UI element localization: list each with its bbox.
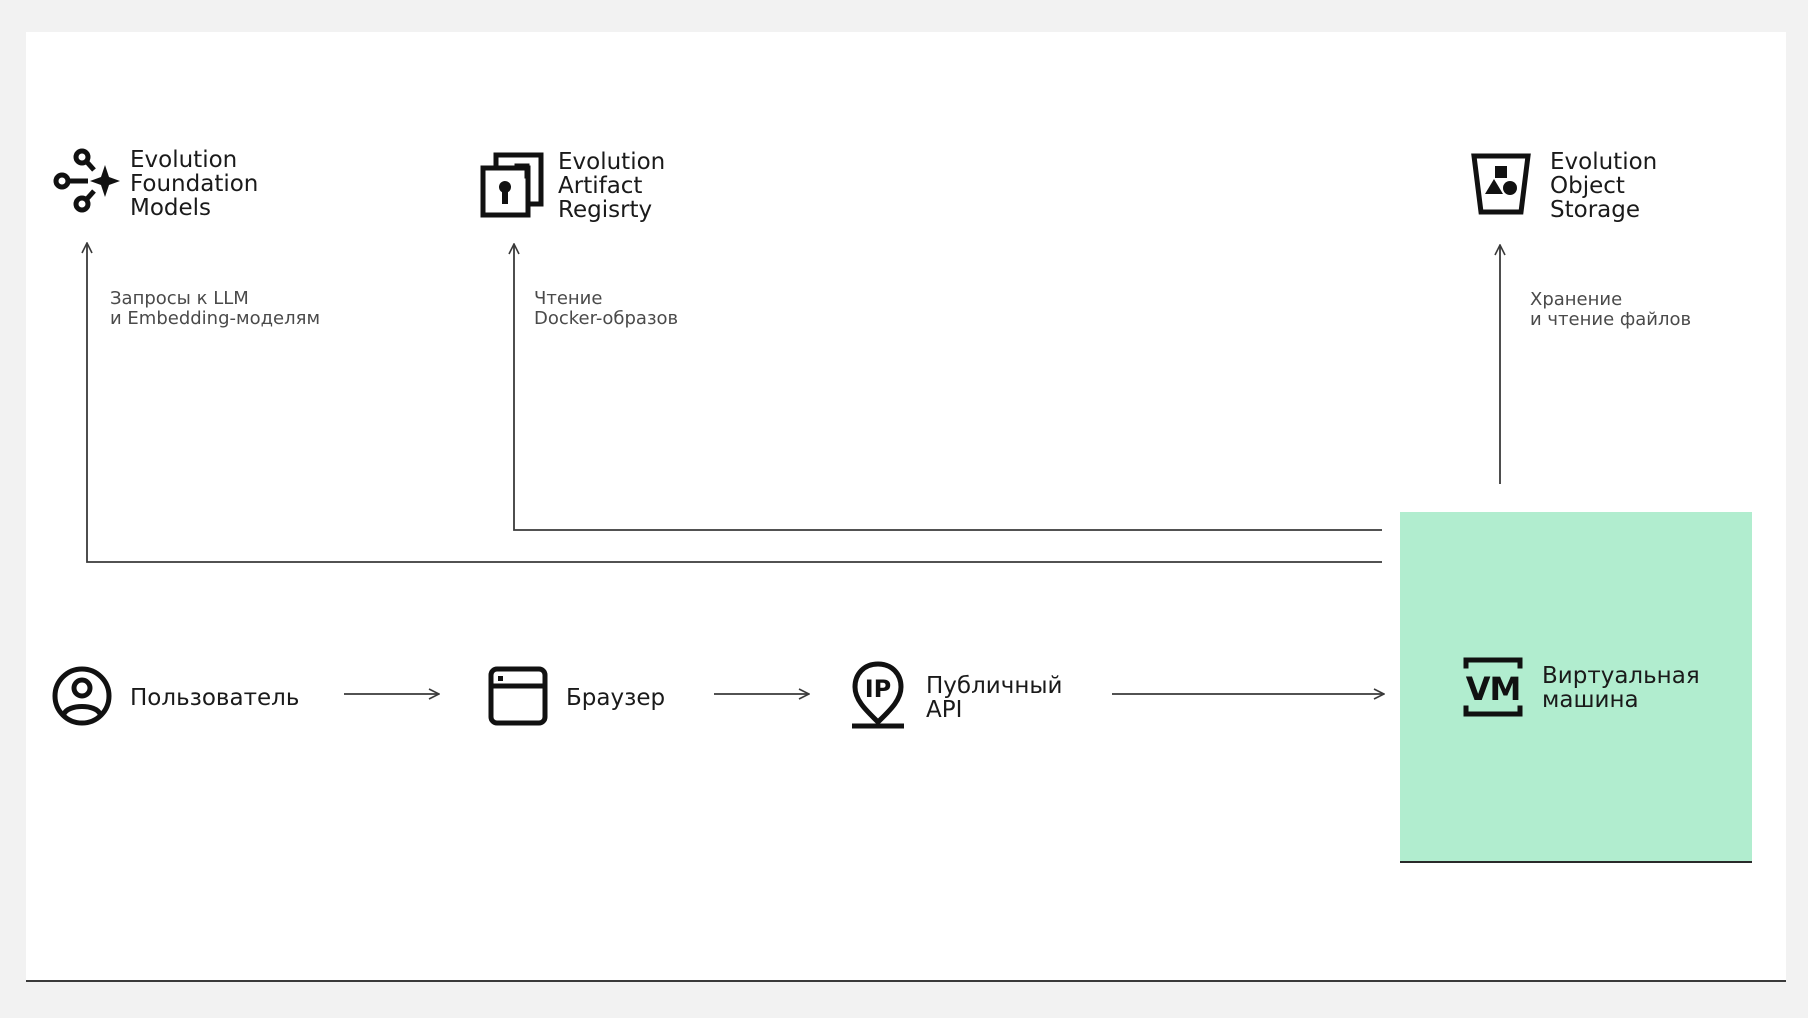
artifact-registry-line3: Regisrty [558, 197, 653, 223]
object-storage-line2: Object [1550, 173, 1625, 199]
foundation-models-line3: Models [130, 195, 212, 221]
svg-text:IP: IP [865, 675, 892, 703]
edge-label-llm-line2: и Embedding-моделям [110, 308, 321, 329]
edge-vm-to-artifact-registry [514, 244, 1382, 531]
object-storage-line1: Evolution [1550, 149, 1658, 175]
edge-label-storage-line1: Хранение [1530, 289, 1623, 310]
public-api-line1: Публичный [926, 673, 1063, 699]
browser-label: Браузер [566, 686, 665, 710]
artifact-registry-icon [480, 152, 544, 218]
browser-window-icon [488, 666, 548, 726]
ip-pin-icon: IP [852, 661, 904, 729]
artifact-registry-line2: Artifact [558, 173, 643, 199]
artifact-registry-label: Evolution Artifact Regisrty [558, 150, 665, 222]
public-api-label: Публичный API [926, 674, 1062, 722]
edge-label-docker: Чтение Docker-образов [534, 289, 678, 329]
artifact-registry-line1: Evolution [558, 149, 666, 175]
edge-label-storage: Хранение и чтение файлов [1530, 290, 1691, 330]
svg-text:VM: VM [1466, 670, 1521, 708]
user-label: Пользователь [130, 686, 299, 710]
public-api-line2: API [926, 697, 963, 723]
edge-label-llm-line1: Запросы к LLM [110, 288, 249, 309]
edge-label-docker-line2: Docker-образов [534, 308, 679, 329]
browser-label-text: Браузер [566, 685, 666, 711]
object-storage-label: Evolution Object Storage [1550, 150, 1657, 222]
object-storage-icon [1471, 153, 1531, 215]
object-storage-line3: Storage [1550, 197, 1640, 223]
foundation-models-label: Evolution Foundation Models [130, 148, 258, 220]
user-label-text: Пользователь [130, 685, 300, 711]
foundation-models-line1: Evolution [130, 147, 238, 173]
virtual-machine-line1: Виртуальная [1542, 663, 1700, 689]
connectors [0, 0, 1808, 1018]
foundation-models-icon [53, 148, 120, 213]
virtual-machine-label: Виртуальная машина [1542, 664, 1700, 712]
edge-label-docker-line1: Чтение [534, 288, 603, 309]
vm-icon: VM [1463, 657, 1523, 717]
foundation-models-line2: Foundation [130, 171, 259, 197]
edge-label-storage-line2: и чтение файлов [1530, 309, 1692, 330]
virtual-machine-line2: машина [1542, 687, 1639, 713]
user-icon [52, 666, 112, 726]
edge-label-llm: Запросы к LLM и Embedding-моделям [110, 289, 320, 329]
